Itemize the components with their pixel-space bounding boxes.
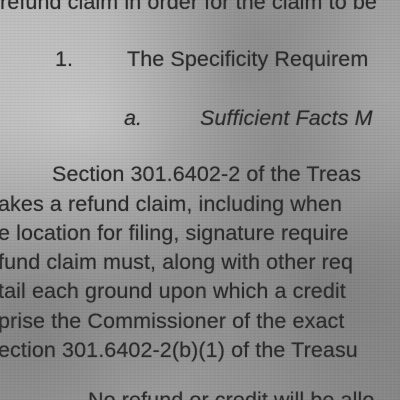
paragraph-line-3: e location for filing, signature require <box>0 221 349 245</box>
paragraph-line-4: fund claim must, along with other req <box>0 250 354 274</box>
paragraph-line-7: ection 301.6402-2(b)(1) of the Treasu <box>0 338 358 362</box>
paragraph-line-2: akes a refund claim, including when <box>0 192 343 216</box>
text-line-top: refund claim in order for the claim to b… <box>0 0 377 14</box>
paragraph-line-1: Section 301.6402-2 of the Treas <box>52 162 362 186</box>
subsection-letter: a. <box>124 106 143 130</box>
section-number: 1. <box>55 47 74 71</box>
paragraph-line-5: tail each ground upon which a credit <box>0 279 346 303</box>
paragraph-line-6: prise the Commissioner of the exact <box>0 309 345 333</box>
scanned-document-page: refund claim in order for the claim to b… <box>0 0 400 400</box>
text-line-bottom: No refund or credit will be allo <box>88 388 375 400</box>
subsection-heading: Sufficient Facts M <box>200 106 373 130</box>
section-heading: The Specificity Requirem <box>127 47 369 71</box>
